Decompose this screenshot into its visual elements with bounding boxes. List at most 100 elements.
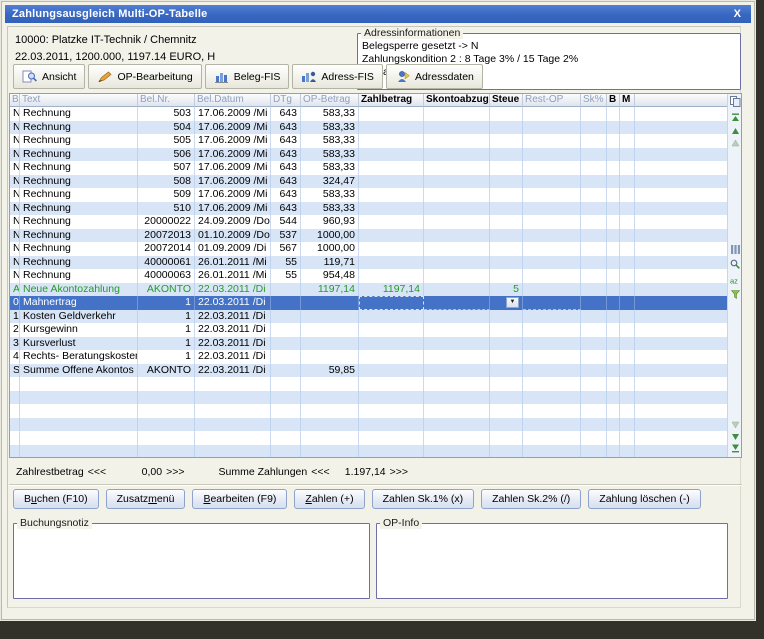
table-row[interactable]: NRechnung50817.06.2009 /Mi643324,47 [10,175,727,189]
cell-rest_op [523,364,581,378]
columns-icon[interactable] [729,244,741,255]
column-header-b2[interactable]: B [607,94,620,107]
cell-zahlbetrag [359,202,424,216]
cell-skontoabzug [424,310,490,324]
cell-text: Mahnertrag [20,296,138,310]
column-header-sk[interactable]: Sk% [581,94,607,107]
table-row-empty[interactable] [10,404,727,418]
table-row[interactable]: NRechnung2007201301.10.2009 /Do5371000,0… [10,229,727,243]
cell-b2 [607,431,620,445]
buchen-f10-button[interactable]: Buchen (F10) [13,489,99,509]
cell-steue [490,337,523,351]
copy-icon[interactable] [729,96,741,107]
table-row[interactable]: 1Kosten Geldverkehr122.03.2011 /Di [10,310,727,324]
table-row[interactable]: NRechnung50717.06.2009 /Mi643583,33 [10,161,727,175]
column-header-op_betrag[interactable]: OP-Betrag [301,94,359,107]
column-header-m[interactable]: M [620,94,635,107]
column-header-steue[interactable]: Steue [490,94,523,107]
cell-op_betrag [301,296,359,310]
table-row[interactable]: 2Kursgewinn122.03.2011 /Di [10,323,727,337]
scroll-top-icon[interactable] [729,112,741,123]
cell-op_betrag: 119,71 [301,256,359,270]
cell-beldatum: 22.03.2011 /Di [195,296,271,310]
buchungsnotiz-input[interactable] [14,529,369,598]
cell-dtg: 55 [271,256,301,270]
cell-b: N [10,134,20,148]
table-row[interactable]: NRechnung50417.06.2009 /Mi643583,33 [10,121,727,135]
table-side-toolbar: az [727,94,741,457]
tab-adressdaten[interactable]: Adressdaten [386,64,483,89]
table-row[interactable]: 3Kursverlust122.03.2011 /Di [10,337,727,351]
table-row[interactable]: NRechnung50617.06.2009 /Mi643583,33 [10,148,727,162]
cell-filler [635,337,727,351]
cell-rest_op [523,404,581,418]
page-down-icon[interactable] [729,431,741,442]
cell-rest_op [523,323,581,337]
table-row[interactable]: ANeue AkontozahlungAKONTO22.03.2011 /Di1… [10,283,727,297]
table-row[interactable]: NRechnung50517.06.2009 /Mi643583,33 [10,134,727,148]
cell-beldatum: 17.06.2009 /Mi [195,202,271,216]
cell-m [620,269,635,283]
cell-op_betrag [301,431,359,445]
cell-m [620,445,635,458]
cell-b2 [607,215,620,229]
cell-steue [490,404,523,418]
bar-chart-person-icon [301,70,317,83]
tab-adress-fis[interactable]: Adress-FIS [292,64,383,89]
column-header-belnr[interactable]: Bel.Nr. [138,94,195,107]
column-header-dtg[interactable]: DTg [271,94,301,107]
column-header-beldatum[interactable]: Bel.Datum [195,94,271,107]
cell-b2 [607,229,620,243]
search-icon[interactable] [729,258,741,269]
table-row[interactable]: NRechnung4000006126.01.2011 /Mi55119,71 [10,256,727,270]
cell-belnr: AKONTO [138,283,195,297]
cell-filler [635,229,727,243]
close-button[interactable]: X [732,8,743,20]
table-row[interactable]: NRechnung50917.06.2009 /Mi643583,33 [10,188,727,202]
cell-op_betrag: 1000,00 [301,242,359,256]
column-header-rest_op[interactable]: Rest-OP [523,94,581,107]
column-header-zahlbetrag[interactable]: Zahlbetrag [359,94,424,107]
cell-beldatum: 01.10.2009 /Do [195,229,271,243]
table-row[interactable]: 0Mahnertrag122.03.2011 /Di▼ [10,296,727,310]
cell-sk [581,148,607,162]
sort-az-icon[interactable]: az [729,275,741,286]
table-row[interactable]: SSumme Offene AkontosAKONTO22.03.2011 /D… [10,364,727,378]
steue-dropdown-button[interactable]: ▼ [506,297,519,308]
zusatzmenü-button[interactable]: Zusatzmenü [106,489,186,509]
table-row[interactable]: NRechnung4000006326.01.2011 /Mi55954,48 [10,269,727,283]
bearbeiten-f9-button[interactable]: Bearbeiten (F9) [192,489,287,509]
cell-rest_op [523,445,581,458]
table-row[interactable]: NRechnung50317.06.2009 /Mi643583,33 [10,107,727,121]
table-row[interactable]: NRechnung51017.06.2009 /Mi643583,33 [10,202,727,216]
table-row-empty[interactable] [10,445,727,458]
cell-dtg [271,364,301,378]
zahlung-löschen-button[interactable]: Zahlung löschen (-) [588,489,700,509]
column-header-b[interactable]: B [10,94,20,107]
tab-ansicht[interactable]: Ansicht [13,64,85,89]
table-row[interactable]: NRechnung2007201401.09.2009 /Di5671000,0… [10,242,727,256]
cell-m [620,121,635,135]
zahlen-button[interactable]: Zahlen (+) [294,489,364,509]
table-row-empty[interactable] [10,418,727,432]
cell-text: Kosten Geldverkehr [20,310,138,324]
filter-icon[interactable] [729,289,741,300]
row-down-icon[interactable] [729,419,741,430]
zahlen-sk-2-button[interactable]: Zahlen Sk.2% (/) [481,489,581,509]
tab-op-bearbeitung[interactable]: OP-Bearbeitung [88,64,201,89]
scroll-bottom-icon[interactable] [729,443,741,454]
table-row-empty[interactable] [10,391,727,405]
tab-beleg-fis[interactable]: Beleg-FIS [205,64,290,89]
table-row[interactable]: NRechnung2000002224.09.2009 /Do544960,93 [10,215,727,229]
table-row-empty[interactable] [10,377,727,391]
table-row-empty[interactable] [10,431,727,445]
column-header-skontoabzug[interactable]: Skontoabzug [424,94,490,107]
page-up-icon[interactable] [729,125,741,136]
row-up-icon[interactable] [729,137,741,148]
cell-filler [635,323,727,337]
column-header-text[interactable]: Text [20,94,138,107]
cell-zahlbetrag [359,391,424,405]
table-row[interactable]: 4Rechts- Beratungskosten122.03.2011 /Di [10,350,727,364]
zahlen-sk-1-x-button[interactable]: Zahlen Sk.1% (x) [372,489,475,509]
cell-text: Kursverlust [20,337,138,351]
